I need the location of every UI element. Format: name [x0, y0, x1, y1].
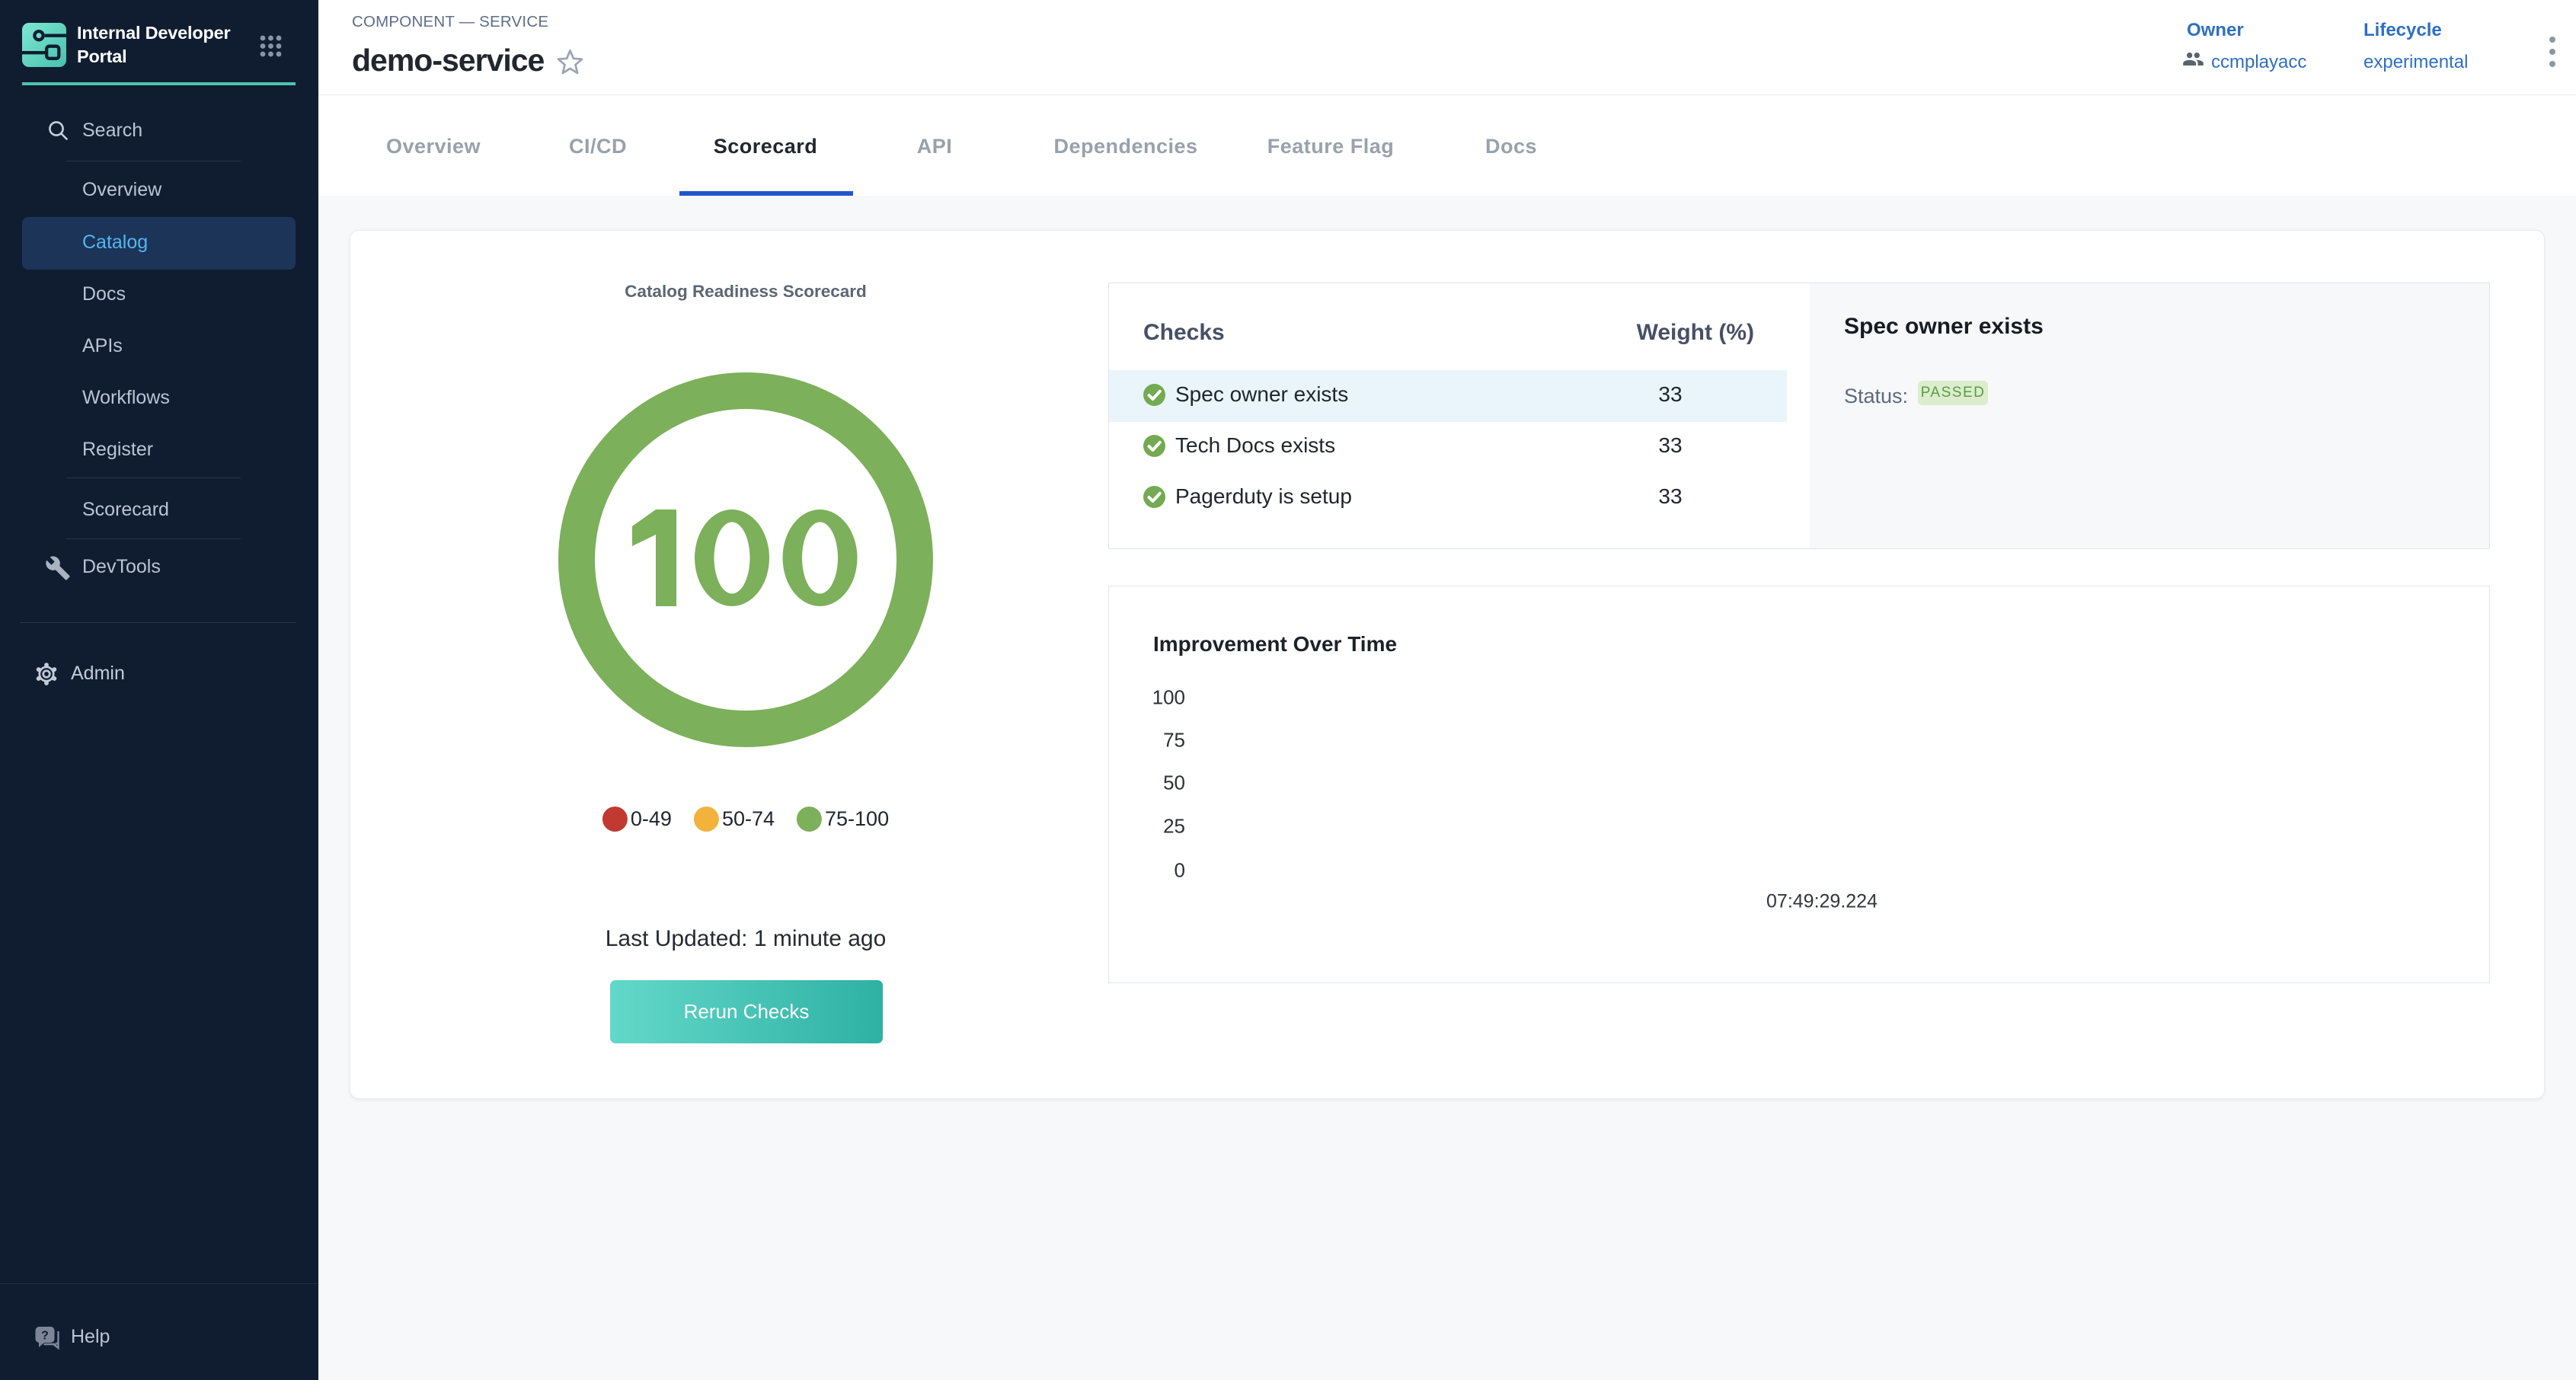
svg-text:?: ? [41, 1330, 49, 1343]
